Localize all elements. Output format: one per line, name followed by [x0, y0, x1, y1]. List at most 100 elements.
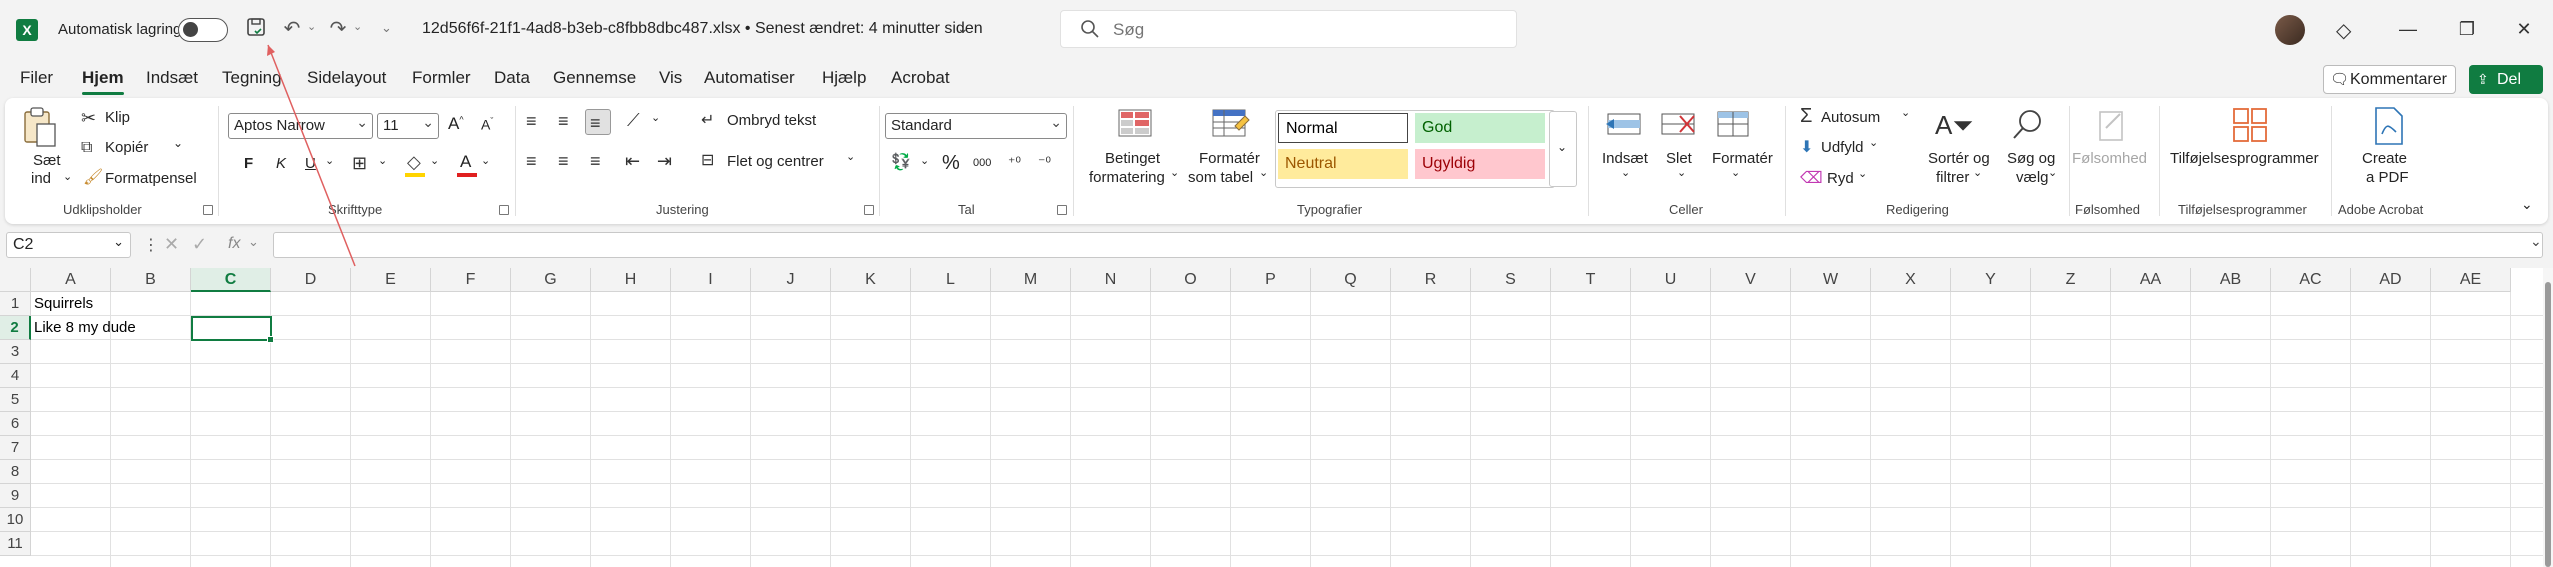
expand-formula-bar-icon[interactable]: ⌄ [2530, 233, 2542, 250]
paste-label-1[interactable]: Sæt [33, 152, 61, 169]
tab-hjaelp[interactable]: Hjælp [822, 68, 866, 88]
underline-dropdown-icon[interactable]: ⌄ [325, 154, 334, 167]
name-box-dropdown-icon[interactable]: ⌄ [113, 230, 124, 254]
tab-automatiser[interactable]: Automatiser [704, 68, 795, 88]
style-normal[interactable]: Normal [1278, 113, 1408, 143]
copy-label[interactable]: Kopiér [105, 139, 148, 156]
column-header-W[interactable]: W [1791, 268, 1871, 292]
scrollbar-thumb[interactable] [2545, 282, 2551, 567]
format-painter-icon[interactable]: 🖌 [83, 168, 103, 188]
fill-color-icon[interactable]: ◇ [407, 152, 421, 172]
find-select-dropdown-icon[interactable]: ⌄ [2048, 166, 2057, 179]
fill-label[interactable]: Udfyld [1821, 139, 1864, 156]
borders-icon[interactable]: ⊞ [352, 153, 367, 173]
tab-acrobat[interactable]: Acrobat [891, 68, 950, 88]
cell-A1[interactable]: Squirrels [31, 292, 93, 315]
font-color-dropdown-icon[interactable]: ⌄ [481, 154, 490, 167]
redo-icon[interactable]: ↷ [325, 16, 351, 42]
align-bottom-icon[interactable]: ≡ [590, 113, 601, 133]
column-header-A[interactable]: A [31, 268, 111, 292]
clipboard-launcher-icon[interactable] [203, 205, 213, 215]
create-pdf-label-2[interactable]: a PDF [2366, 169, 2409, 186]
thousands-separator-button[interactable]: 000 [973, 157, 991, 169]
row-header-5[interactable]: 5 [0, 388, 31, 412]
insert-function-icon[interactable]: fx [228, 235, 240, 253]
paste-dropdown-icon[interactable]: ⌄ [63, 170, 72, 183]
conditional-formatting-dropdown-icon[interactable]: ⌄ [1170, 166, 1179, 179]
italic-button[interactable]: K [276, 155, 286, 172]
column-header-N[interactable]: N [1071, 268, 1151, 292]
row-header-8[interactable]: 8 [0, 460, 31, 484]
align-center-icon[interactable]: ≡ [558, 151, 569, 171]
copy-dropdown-icon[interactable]: ⌄ [173, 136, 183, 150]
column-header-AE[interactable]: AE [2431, 268, 2511, 292]
format-as-table-label-1[interactable]: Formatér [1199, 150, 1260, 167]
number-launcher-icon[interactable] [1057, 205, 1067, 215]
row-header-2[interactable]: 2 [0, 316, 31, 340]
sort-filter-label-1[interactable]: Sortér og [1928, 150, 1990, 167]
column-header-AB[interactable]: AB [2191, 268, 2271, 292]
column-header-K[interactable]: K [831, 268, 911, 292]
row-header-10[interactable]: 10 [0, 508, 31, 532]
column-header-Z[interactable]: Z [2031, 268, 2111, 292]
align-top-icon[interactable]: ≡ [526, 111, 537, 131]
insert-function-dropdown-icon[interactable]: ⌄ [248, 234, 259, 250]
style-neutral[interactable]: Neutral [1278, 149, 1408, 179]
align-left-icon[interactable]: ≡ [526, 151, 537, 171]
format-as-table-label-2[interactable]: som tabel [1188, 169, 1253, 186]
paste-label-2[interactable]: ind [31, 170, 51, 187]
column-header-R[interactable]: R [1391, 268, 1471, 292]
format-painter-label[interactable]: Formatpensel [105, 170, 197, 187]
decrease-font-icon[interactable]: Aˇ [481, 116, 493, 133]
decrease-decimal-icon[interactable]: ⁻⁰ [1038, 152, 1051, 172]
wrap-text-icon[interactable]: ↵ [701, 111, 714, 131]
vertical-scrollbar[interactable] [2543, 268, 2553, 567]
merge-center-icon[interactable]: ⊟ [701, 151, 714, 171]
select-all-corner[interactable] [0, 268, 31, 292]
row-header-9[interactable]: 9 [0, 484, 31, 508]
tab-filer[interactable]: Filer [20, 68, 53, 88]
tab-hjem[interactable]: Hjem [82, 68, 124, 95]
decrease-indent-icon[interactable]: ⇤ [625, 151, 640, 171]
minimize-icon[interactable]: — [2385, 12, 2431, 46]
row-header-6[interactable]: 6 [0, 412, 31, 436]
column-header-P[interactable]: P [1231, 268, 1311, 292]
paste-icon[interactable] [21, 106, 59, 147]
tab-gennemse[interactable]: Gennemse [553, 68, 636, 88]
formula-input[interactable] [273, 232, 2543, 258]
close-icon[interactable]: ✕ [2501, 12, 2547, 46]
search-input[interactable] [1111, 19, 1495, 41]
column-header-V[interactable]: V [1711, 268, 1791, 292]
increase-decimal-icon[interactable]: ⁺⁰ [1008, 152, 1021, 172]
column-header-O[interactable]: O [1151, 268, 1231, 292]
column-header-C[interactable]: C [191, 268, 271, 292]
search-box[interactable] [1060, 10, 1517, 48]
font-color-icon[interactable]: A [460, 152, 471, 172]
find-select-icon[interactable] [2010, 108, 2046, 144]
format-cells-label[interactable]: Formatér [1712, 150, 1773, 167]
share-button[interactable]: ⇪ Del [2469, 65, 2543, 94]
column-header-Q[interactable]: Q [1311, 268, 1391, 292]
create-pdf-label-1[interactable]: Create [2362, 150, 2407, 167]
font-size-dropdown[interactable]: 11 [377, 110, 439, 139]
diamond-icon[interactable]: ◇ [2336, 18, 2351, 43]
find-select-label-2[interactable]: vælg [2016, 169, 2049, 186]
row-header-3[interactable]: 3 [0, 340, 31, 364]
column-header-H[interactable]: H [591, 268, 671, 292]
conditional-formatting-label-2[interactable]: formatering [1089, 169, 1165, 186]
cell-A2[interactable]: Like 8 my dude [31, 316, 136, 339]
cut-icon[interactable]: ✂ [81, 108, 96, 128]
more-options-icon[interactable]: ⋮ [143, 235, 159, 255]
fill-dropdown-icon[interactable]: ⌄ [1869, 136, 1878, 149]
merge-dropdown-icon[interactable]: ⌄ [846, 150, 855, 163]
avatar[interactable] [2275, 15, 2305, 45]
column-header-U[interactable]: U [1631, 268, 1711, 292]
sort-filter-dropdown-icon[interactable]: ⌄ [1973, 166, 1982, 179]
delete-cells-icon[interactable] [1660, 108, 1700, 142]
redo-dropdown-icon[interactable]: ⌄ [353, 20, 362, 33]
format-as-table-icon[interactable] [1211, 108, 1251, 142]
tab-tegning[interactable]: Tegning [222, 68, 282, 88]
row-header-4[interactable]: 4 [0, 364, 31, 388]
format-cells-dropdown-icon[interactable]: ⌄ [1731, 166, 1740, 179]
insert-cells-dropdown-icon[interactable]: ⌄ [1621, 166, 1630, 179]
